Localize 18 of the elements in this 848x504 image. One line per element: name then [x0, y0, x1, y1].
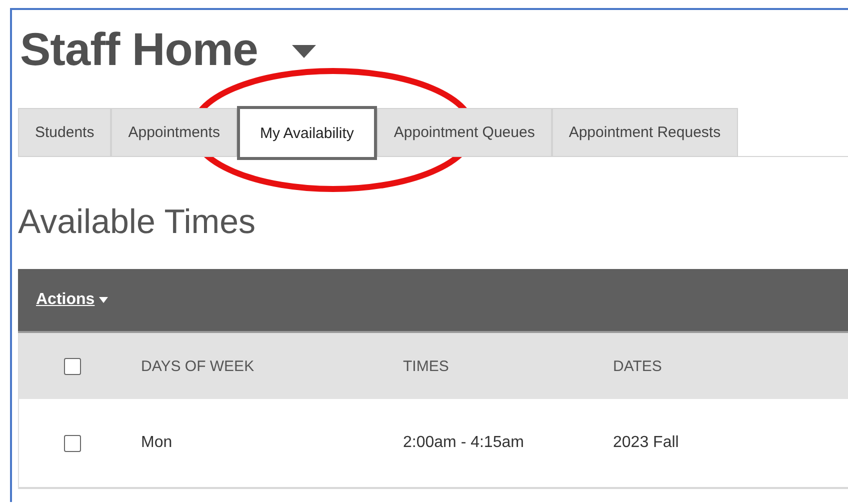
column-header: TIMES [403, 358, 449, 374]
tab[interactable]: Appointment Requests [552, 108, 738, 157]
page-title: Staff Home [20, 22, 258, 76]
table-cell: Mon [141, 434, 172, 451]
table-cell: 2:00am - 4:15am [403, 434, 524, 451]
tab[interactable]: Appointments [111, 108, 237, 157]
tab[interactable]: Students [18, 108, 112, 157]
section-title: Available Times [18, 203, 256, 243]
tab[interactable]: My Availability [236, 106, 377, 160]
caret-icon [98, 296, 108, 303]
column-header: DAYS OF WEEK [141, 358, 254, 374]
actions-menu[interactable]: Actions [36, 291, 108, 309]
table-cell: 2023 Fall [613, 434, 679, 451]
checkbox[interactable] [64, 434, 81, 452]
checkbox[interactable] [64, 358, 81, 374]
column-header: DATES [613, 358, 662, 374]
tab[interactable]: Appointment Queues [376, 108, 552, 157]
caret-icon[interactable] [292, 44, 316, 58]
